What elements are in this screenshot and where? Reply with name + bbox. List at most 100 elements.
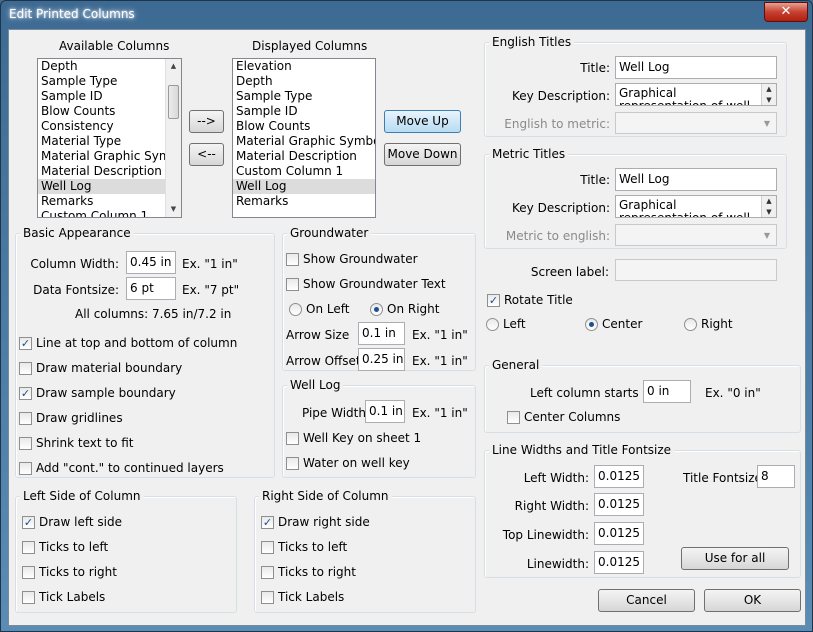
arrow-size-input[interactable]: 0.1 in (358, 322, 405, 345)
up-arrow-icon[interactable]: ▲ (762, 84, 776, 95)
top-linewidth-input[interactable]: 0.0125 in (594, 522, 644, 545)
available-scrollbar[interactable]: ▲ ▼ (165, 59, 181, 217)
arrow-offset-input[interactable]: 0.25 in (358, 348, 405, 371)
right-side-option-checkbox[interactable]: ✓ Draw right side (261, 516, 370, 530)
checkbox-box[interactable] (22, 566, 35, 579)
move-down-button[interactable]: Move Down (384, 143, 461, 166)
checkbox-box[interactable] (22, 541, 35, 554)
checkbox-box[interactable] (19, 362, 32, 375)
english-key-scroll[interactable]: ▲ ▼ (761, 84, 776, 105)
checkbox-box[interactable] (261, 591, 274, 604)
checkbox-box[interactable]: ✓ (22, 516, 35, 529)
radio-circle[interactable] (585, 318, 598, 331)
available-column-item[interactable]: Depth (38, 59, 181, 74)
scroll-up-icon[interactable]: ▲ (166, 59, 181, 74)
left-side-option-checkbox[interactable]: ✓ Draw left side (22, 516, 122, 530)
right-side-option-checkbox[interactable]: Ticks to left (261, 541, 347, 555)
close-button[interactable]: ✕ (764, 2, 808, 22)
basic-option-checkbox[interactable]: Add "cont." to continued layers (19, 462, 224, 476)
metric-key-scroll[interactable]: ▲ ▼ (761, 196, 776, 217)
right-side-option-checkbox[interactable]: Ticks to right (261, 566, 356, 580)
scroll-thumb[interactable] (168, 85, 179, 119)
checkbox-box[interactable] (22, 591, 35, 604)
column-width-input[interactable]: 0.45 in (126, 251, 176, 274)
checkbox-box[interactable]: ✓ (261, 516, 274, 529)
up-arrow-icon[interactable]: ▲ (762, 196, 776, 207)
linewidth-input[interactable]: 0.0125 in (594, 551, 644, 574)
displayed-column-item[interactable]: Depth (233, 74, 375, 89)
move-up-button[interactable]: Move Up (384, 110, 461, 133)
available-column-item[interactable]: Sample ID (38, 89, 181, 104)
displayed-column-item[interactable]: Material Description (233, 149, 375, 164)
checkbox-box[interactable]: ✓ (487, 294, 500, 307)
water-on-well-key-checkbox[interactable]: Water on well key (286, 457, 410, 471)
metric-key-description-input[interactable]: Graphical representation of well install… (615, 195, 777, 218)
english-title-input[interactable]: Well Log (615, 56, 777, 79)
right-width-input[interactable]: 0.0125 in (594, 493, 644, 516)
displayed-columns-list[interactable]: Elevation Depth Sample Type Sample ID Blow C… (232, 58, 376, 218)
displayed-column-item[interactable]: Custom Column 1 (233, 164, 375, 179)
checkbox-box[interactable] (261, 541, 274, 554)
checkbox-box[interactable] (286, 253, 299, 266)
left-width-input[interactable]: 0.0125 in (594, 465, 644, 488)
available-column-item[interactable]: Sample Type (38, 74, 181, 89)
available-column-item[interactable]: Well Log (38, 179, 181, 194)
displayed-column-item[interactable]: Remarks (233, 194, 375, 209)
basic-option-checkbox[interactable]: Shrink text to fit (19, 437, 133, 451)
english-key-description-input[interactable]: Graphical representation of well install… (615, 83, 777, 106)
right-side-option-checkbox[interactable]: Tick Labels (261, 591, 344, 605)
displayed-column-item[interactable]: Sample Type (233, 89, 375, 104)
radio-circle[interactable] (289, 303, 302, 316)
center-columns-checkbox[interactable]: Center Columns (507, 411, 620, 425)
title-bar[interactable]: Edit Printed Columns ✕ (1, 1, 812, 29)
rotate-center-radio[interactable]: Center (585, 318, 642, 332)
displayed-column-item[interactable]: Material Graphic Symbol (233, 134, 375, 149)
rotate-right-radio[interactable]: Right (684, 318, 733, 332)
down-arrow-icon[interactable]: ▼ (762, 95, 776, 106)
checkbox-box[interactable]: ✓ (19, 387, 32, 400)
checkbox-box[interactable] (507, 411, 520, 424)
basic-option-checkbox[interactable]: Draw material boundary (19, 362, 182, 376)
well-key-sheet-checkbox[interactable]: Well Key on sheet 1 (286, 432, 421, 446)
displayed-column-item[interactable]: Sample ID (233, 104, 375, 119)
remove-column-button[interactable]: <-- (189, 143, 224, 166)
checkbox-box[interactable]: ✓ (19, 337, 32, 350)
add-column-button[interactable]: --> (189, 110, 224, 133)
displayed-column-item[interactable]: Well Log (233, 179, 375, 194)
metric-title-input[interactable]: Well Log (615, 168, 777, 191)
available-column-item[interactable]: Remarks (38, 194, 181, 209)
displayed-column-item[interactable]: Elevation (233, 59, 375, 74)
available-column-item[interactable]: Blow Counts (38, 104, 181, 119)
available-column-item[interactable]: Custom Column 1 (38, 209, 181, 217)
data-fontsize-input[interactable]: 6 pt (126, 277, 176, 300)
available-column-item[interactable]: Material Description (38, 164, 181, 179)
left-column-start-input[interactable]: 0 in (643, 380, 691, 403)
radio-circle[interactable] (684, 318, 697, 331)
groundwater-on-right-radio[interactable]: On Right (370, 303, 439, 317)
checkbox-box[interactable] (261, 566, 274, 579)
use-for-all-button[interactable]: Use for all (681, 547, 789, 570)
left-side-option-checkbox[interactable]: Ticks to right (22, 566, 117, 580)
show-groundwater-text-checkbox[interactable]: Show Groundwater Text (286, 278, 446, 292)
checkbox-box[interactable] (19, 462, 32, 475)
title-fontsize-input[interactable]: 8 (757, 465, 795, 488)
show-groundwater-checkbox[interactable]: Show Groundwater (286, 253, 418, 267)
checkbox-box[interactable] (19, 412, 32, 425)
rotate-title-checkbox[interactable]: ✓ Rotate Title (487, 294, 573, 308)
displayed-column-item[interactable]: Blow Counts (233, 119, 375, 134)
cancel-button[interactable]: Cancel (598, 589, 695, 612)
basic-option-checkbox[interactable]: Draw gridlines (19, 412, 123, 426)
basic-option-checkbox[interactable]: ✓ Draw sample boundary (19, 387, 176, 401)
available-columns-list[interactable]: Depth Sample Type Sample ID Blow Counts Cons… (37, 58, 182, 218)
pipe-width-input[interactable]: 0.1 in (365, 400, 405, 423)
available-column-item[interactable]: Material Graphic Sym… (38, 149, 181, 164)
checkbox-box[interactable] (286, 432, 299, 445)
left-side-option-checkbox[interactable]: Tick Labels (22, 591, 105, 605)
radio-circle[interactable] (486, 318, 499, 331)
checkbox-box[interactable] (19, 437, 32, 450)
left-side-option-checkbox[interactable]: Ticks to left (22, 541, 108, 555)
radio-circle[interactable] (370, 303, 383, 316)
basic-option-checkbox[interactable]: ✓ Line at top and bottom of column (19, 337, 237, 351)
available-column-item[interactable]: Material Type (38, 134, 181, 149)
scroll-down-icon[interactable]: ▼ (166, 202, 181, 217)
